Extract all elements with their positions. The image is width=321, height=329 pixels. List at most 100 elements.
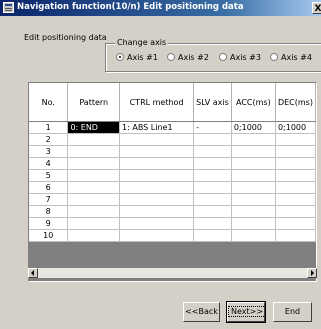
row-number: 6 [29, 181, 69, 194]
window-title: Navigation function(10/n) Edit positioni… [17, 2, 244, 12]
slv-axis-cell[interactable] [193, 133, 232, 146]
table-row[interactable]: 1 0: END 1: ABS Line1 - 0;1000 0;1000 [29, 121, 316, 134]
scroll-right-icon[interactable] [307, 268, 317, 278]
table-row[interactable]: 5 [29, 169, 316, 182]
pattern-cell[interactable]: 0: END [67, 121, 121, 134]
slv-axis-cell[interactable] [193, 229, 232, 242]
slv-axis-cell[interactable] [193, 217, 232, 230]
acc-cell[interactable] [231, 217, 276, 230]
row-number: 4 [29, 157, 69, 170]
table-row[interactable]: 8 [29, 205, 316, 218]
horizontal-scrollbar[interactable] [28, 268, 317, 278]
pattern-cell[interactable] [67, 181, 121, 194]
change-axis-label: Change axis [115, 38, 169, 47]
radio-unchecked-icon [270, 53, 278, 61]
dec-cell[interactable] [275, 193, 316, 206]
ctrl-method-cell[interactable] [119, 181, 195, 194]
column-header-ctrl-method[interactable]: CTRL method [119, 83, 195, 122]
radio-checked-icon [116, 53, 124, 61]
ctrl-method-cell[interactable] [119, 145, 195, 158]
radio-axis-2-label: Axis #2 [178, 53, 209, 62]
dec-cell[interactable] [275, 229, 316, 242]
slv-axis-cell[interactable]: - [193, 121, 232, 134]
column-header-no[interactable]: No. [29, 83, 69, 122]
pattern-cell[interactable] [67, 229, 121, 242]
column-header-acc[interactable]: ACC(ms) [231, 83, 276, 122]
dec-cell[interactable] [275, 133, 316, 146]
pattern-cell[interactable] [67, 169, 121, 182]
title-bar: Navigation function(10/n) Edit positioni… [0, 0, 321, 16]
radio-unchecked-icon [167, 53, 175, 61]
dec-cell[interactable] [275, 181, 316, 194]
dec-cell[interactable]: 0;1000 [275, 121, 316, 134]
row-number: 5 [29, 169, 69, 182]
radio-axis-2[interactable]: Axis #2 [167, 53, 209, 63]
pattern-cell[interactable] [67, 205, 121, 218]
row-number: 8 [29, 205, 69, 218]
table-row[interactable]: 9 [29, 217, 316, 230]
acc-cell[interactable] [231, 145, 276, 158]
dec-cell[interactable] [275, 205, 316, 218]
radio-axis-4-label: Axis #4 [281, 53, 312, 62]
positioning-data-grid[interactable]: No. Pattern CTRL method SLV axis ACC(ms)… [28, 82, 317, 282]
pattern-cell[interactable] [67, 157, 121, 170]
slv-axis-cell[interactable] [193, 157, 232, 170]
table-row[interactable]: 2 [29, 133, 316, 146]
scroll-left-icon[interactable] [28, 268, 38, 278]
ctrl-method-cell[interactable] [119, 157, 195, 170]
dec-cell[interactable] [275, 169, 316, 182]
next-button-label: Next>> [228, 306, 267, 317]
acc-cell[interactable] [231, 157, 276, 170]
row-number: 9 [29, 217, 69, 230]
column-header-slv-axis[interactable]: SLV axis [193, 83, 232, 122]
table-row[interactable]: 7 [29, 193, 316, 206]
slv-axis-cell[interactable] [193, 181, 232, 194]
table-row[interactable]: 10 [29, 229, 316, 242]
pattern-cell[interactable] [67, 145, 121, 158]
slv-axis-cell[interactable] [193, 169, 232, 182]
row-number: 1 [29, 121, 69, 134]
section-label: Edit positioning data [24, 33, 107, 42]
ctrl-method-cell[interactable] [119, 169, 195, 182]
radio-axis-4[interactable]: Axis #4 [270, 53, 312, 63]
radio-axis-3-label: Axis #3 [230, 53, 261, 62]
row-number: 10 [29, 229, 69, 242]
slv-axis-cell[interactable] [193, 145, 232, 158]
radio-axis-3[interactable]: Axis #3 [219, 53, 261, 63]
acc-cell[interactable]: 0;1000 [231, 121, 276, 134]
ctrl-method-cell[interactable] [119, 229, 195, 242]
end-button[interactable]: End [273, 302, 312, 322]
close-button[interactable]: X [312, 2, 321, 14]
table-row[interactable]: 4 [29, 157, 316, 170]
ctrl-method-cell[interactable]: 1: ABS Line1 [119, 121, 195, 134]
row-number: 7 [29, 193, 69, 206]
table-row[interactable]: 3 [29, 145, 316, 158]
dec-cell[interactable] [275, 157, 316, 170]
dec-cell[interactable] [275, 145, 316, 158]
acc-cell[interactable] [231, 229, 276, 242]
acc-cell[interactable] [231, 193, 276, 206]
radio-axis-1[interactable]: Axis #1 [116, 53, 158, 63]
back-button[interactable]: <<Back [183, 302, 220, 322]
acc-cell[interactable] [231, 181, 276, 194]
pattern-cell[interactable] [67, 133, 121, 146]
acc-cell[interactable] [231, 133, 276, 146]
acc-cell[interactable] [231, 169, 276, 182]
table-row[interactable]: 6 [29, 181, 316, 194]
ctrl-method-cell[interactable] [119, 133, 195, 146]
slv-axis-cell[interactable] [193, 205, 232, 218]
ctrl-method-cell[interactable] [119, 217, 195, 230]
pattern-cell[interactable] [67, 193, 121, 206]
radio-axis-1-label: Axis #1 [127, 53, 158, 62]
acc-cell[interactable] [231, 205, 276, 218]
column-header-dec[interactable]: DEC(ms) [275, 83, 316, 122]
ctrl-method-cell[interactable] [119, 205, 195, 218]
dec-cell[interactable] [275, 217, 316, 230]
radio-unchecked-icon [219, 53, 227, 61]
next-button[interactable]: Next>> [226, 301, 267, 323]
app-icon [3, 2, 14, 13]
ctrl-method-cell[interactable] [119, 193, 195, 206]
slv-axis-cell[interactable] [193, 193, 232, 206]
column-header-pattern[interactable]: Pattern [67, 83, 121, 122]
pattern-cell[interactable] [67, 217, 121, 230]
